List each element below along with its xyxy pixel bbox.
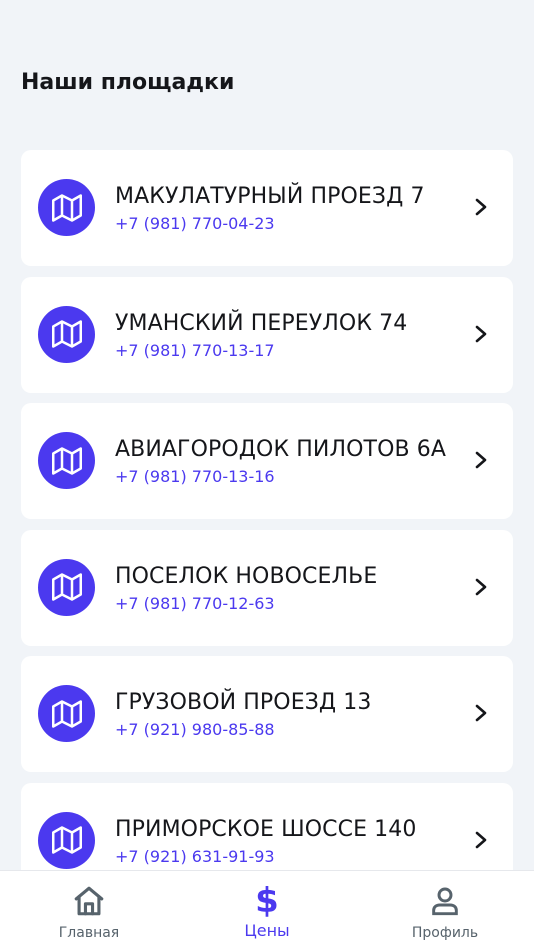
- location-name: АВИАГОРОДОК ПИЛОТОВ 6А: [115, 437, 447, 462]
- chevron-right-icon: [473, 576, 489, 598]
- chevron-right-icon: [473, 323, 489, 345]
- chevron-right-icon: [473, 702, 489, 724]
- nav-item-prices[interactable]: $ Цены: [178, 871, 356, 951]
- map-icon: [38, 305, 95, 363]
- map-icon: [38, 558, 95, 616]
- map-icon: [38, 432, 95, 489]
- bottom-nav: Главная $ Цены Профиль: [0, 870, 534, 951]
- location-name: ПРИМОРСКОЕ ШОССЕ 140: [115, 816, 417, 842]
- location-phone[interactable]: +7 (981) 770-13-16: [115, 467, 275, 486]
- map-icon: [38, 685, 95, 742]
- home-icon: [71, 883, 107, 919]
- map-icon: [38, 179, 95, 236]
- location-phone[interactable]: +7 (981) 770-13-17: [115, 341, 275, 360]
- location-card[interactable]: ГРУЗОВОЙ ПРОЕЗД 13 +7 (921) 980-85-88: [21, 656, 513, 772]
- location-name: ГРУЗОВОЙ ПРОЕЗД 13: [115, 690, 372, 715]
- location-card[interactable]: АВИАГОРОДОК ПИЛОТОВ 6А +7 (981) 770-13-1…: [21, 403, 513, 519]
- location-phone[interactable]: +7 (921) 980-85-88: [115, 720, 275, 739]
- nav-label-profile: Профиль: [411, 925, 479, 941]
- dollar-icon: $: [255, 881, 279, 921]
- location-phone[interactable]: +7 (921) 631-91-93: [115, 847, 275, 866]
- location-card[interactable]: ПОСЕЛОК НОВОСЕЛЬЕ +7 (981) 770-12-63: [21, 529, 513, 646]
- nav-label-prices: Цены: [244, 921, 290, 940]
- nav-item-home[interactable]: Главная: [0, 871, 178, 951]
- location-card[interactable]: МАКУЛАТУРНЫЙ ПРОЕЗД 7 +7 (981) 770-04-23: [21, 150, 513, 266]
- location-name: УМАНСКИЙ ПЕРЕУЛОК 74: [115, 310, 408, 336]
- page-title: Наши площадки: [21, 70, 235, 95]
- location-phone[interactable]: +7 (981) 770-12-63: [115, 594, 275, 613]
- chevron-right-icon: [473, 196, 489, 218]
- location-card[interactable]: УМАНСКИЙ ПЕРЕУЛОК 74 +7 (981) 770-13-17: [21, 276, 513, 393]
- chevron-right-icon: [473, 449, 489, 471]
- location-phone[interactable]: +7 (981) 770-04-23: [115, 214, 275, 233]
- map-icon: [38, 811, 95, 869]
- nav-label-home: Главная: [58, 925, 120, 941]
- person-icon: [427, 883, 463, 919]
- nav-item-profile[interactable]: Профиль: [356, 871, 534, 951]
- location-name: МАКУЛАТУРНЫЙ ПРОЕЗД 7: [115, 184, 425, 209]
- location-name: ПОСЕЛОК НОВОСЕЛЬЕ: [115, 563, 378, 589]
- chevron-right-icon: [473, 829, 489, 851]
- locations-list: МАКУЛАТУРНЫЙ ПРОЕЗД 7 +7 (981) 770-04-23…: [21, 150, 513, 909]
